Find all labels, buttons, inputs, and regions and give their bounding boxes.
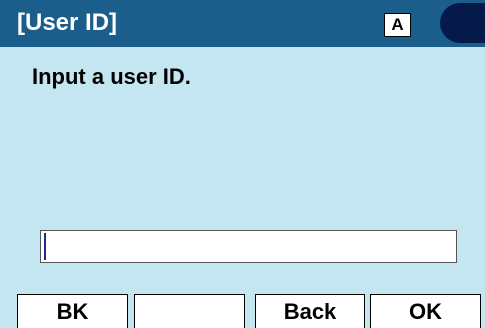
phone-display: [User ID] A Input a user ID. BK Back OK bbox=[0, 0, 485, 328]
title-bar: [User ID] A bbox=[0, 0, 485, 47]
input-mode-indicator: A bbox=[384, 13, 411, 37]
user-id-input[interactable] bbox=[40, 230, 457, 263]
softkey-blank[interactable] bbox=[134, 294, 245, 328]
softkey-back[interactable]: Back bbox=[255, 294, 365, 328]
instruction-text: Input a user ID. bbox=[32, 64, 191, 89]
text-cursor bbox=[44, 233, 46, 260]
softkey-bk[interactable]: BK bbox=[17, 294, 128, 328]
status-indicator bbox=[440, 3, 485, 43]
softkey-ok[interactable]: OK bbox=[370, 294, 481, 328]
screen-title: [User ID] bbox=[17, 9, 118, 36]
